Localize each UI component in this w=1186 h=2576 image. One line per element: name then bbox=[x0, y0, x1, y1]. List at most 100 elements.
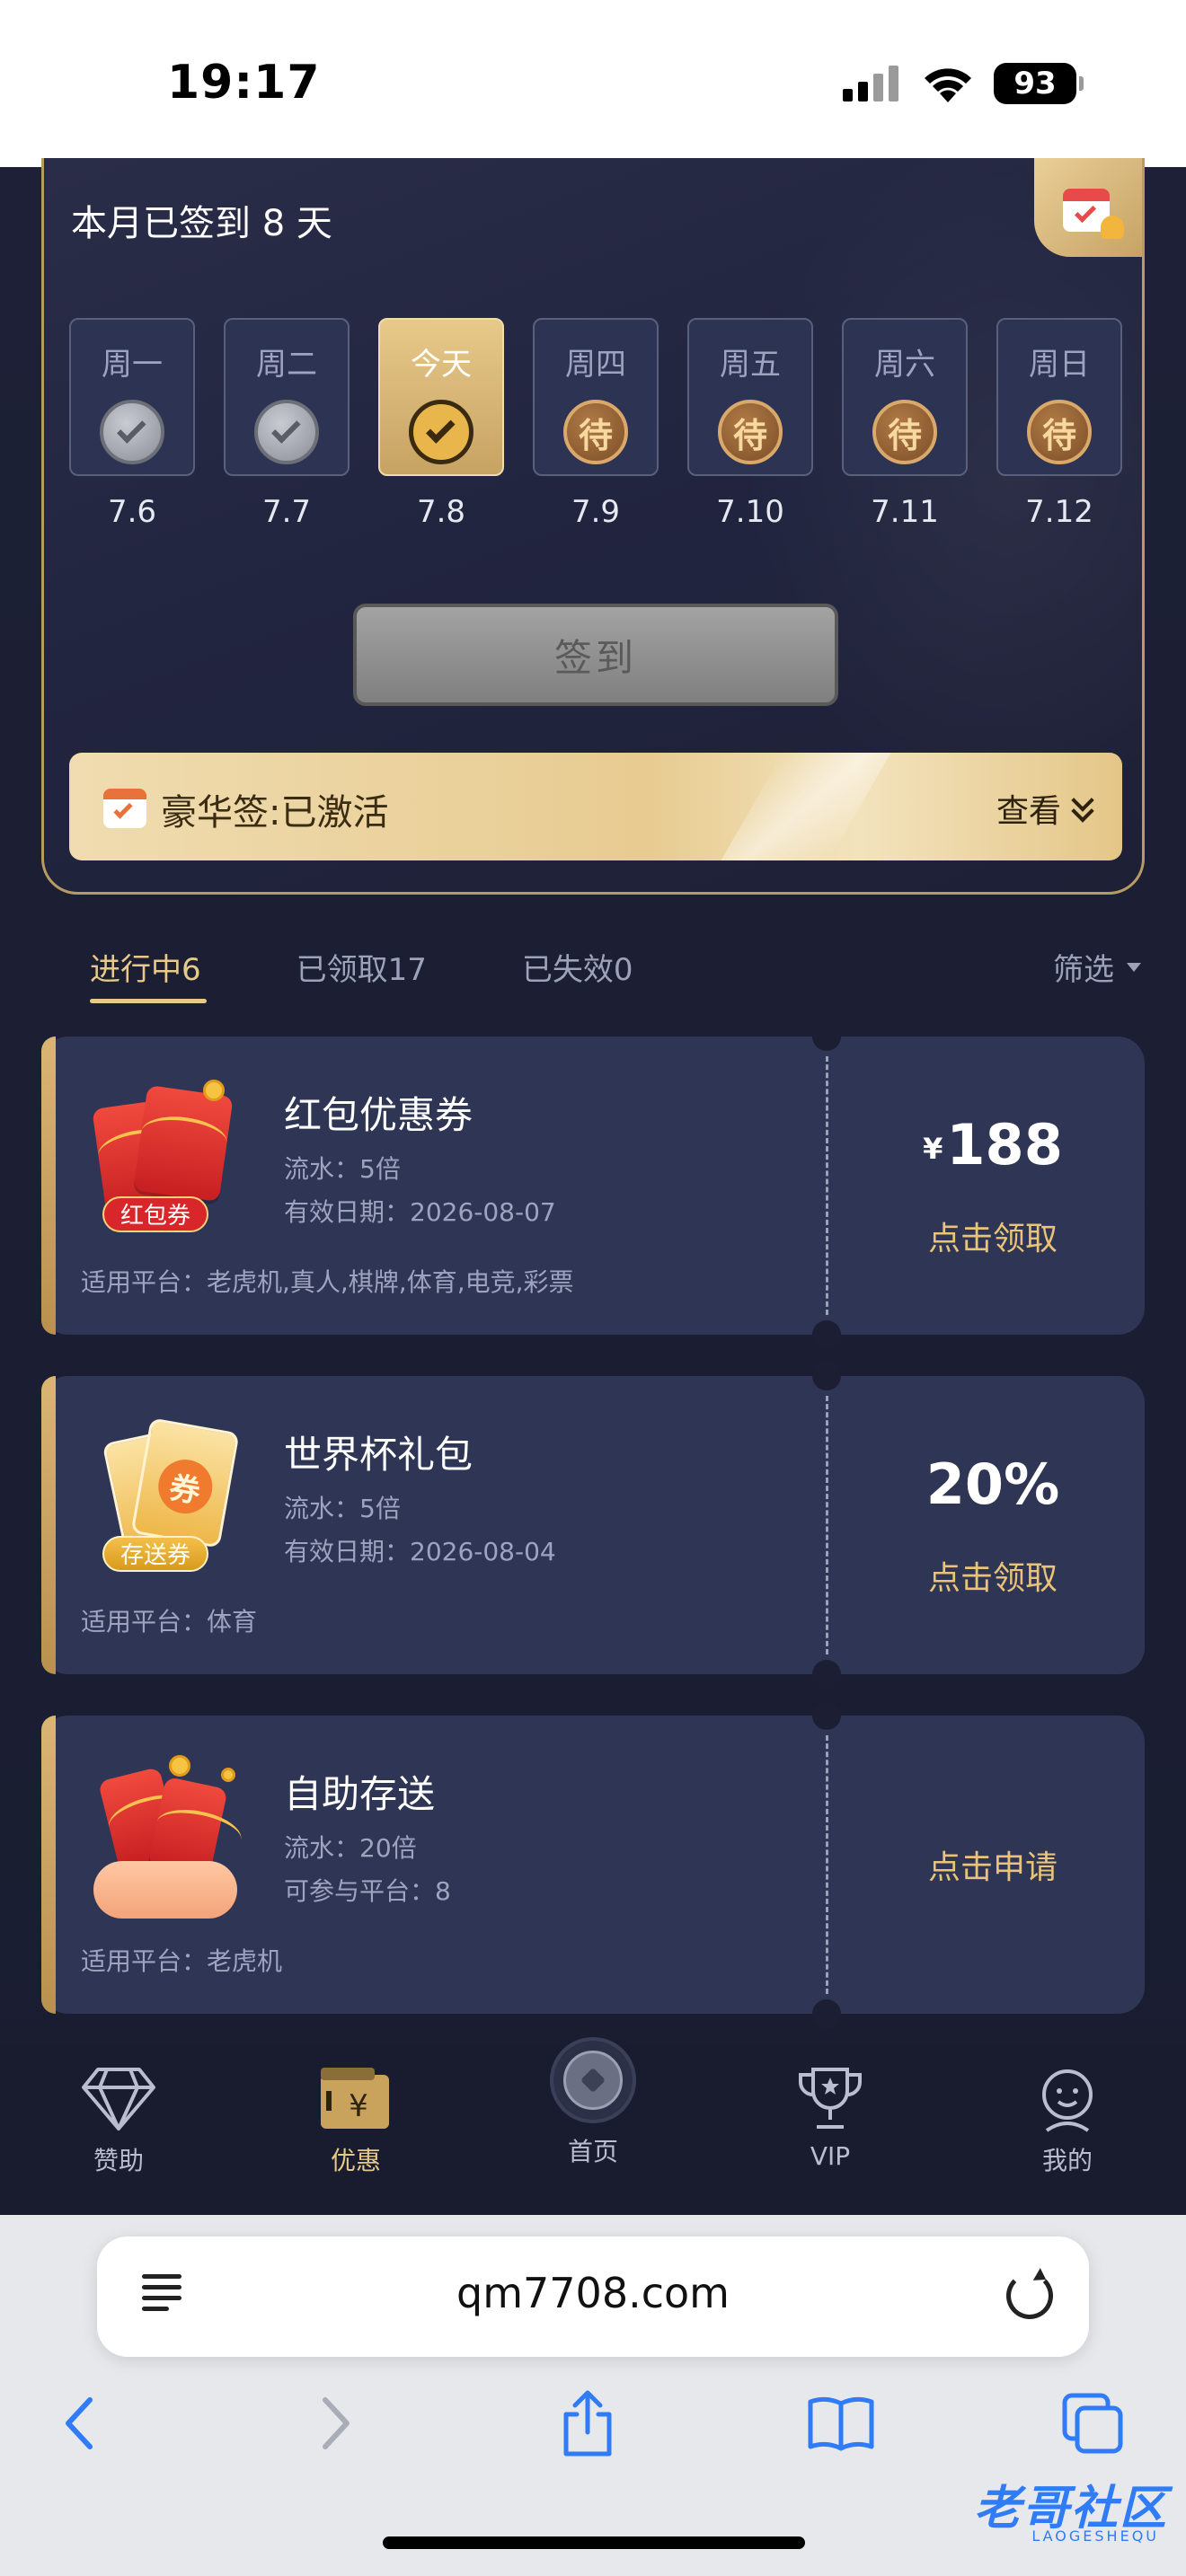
hands-red-envelope-icon bbox=[86, 1755, 248, 1919]
sign-day-box: 周六待 bbox=[842, 318, 968, 476]
chevron-left-icon bbox=[66, 2397, 93, 2449]
status-bar: 19:17 93 bbox=[0, 0, 1186, 167]
sign-day: 周六待 7.11 bbox=[842, 318, 968, 530]
url-text: qm7708.com bbox=[456, 2269, 730, 2317]
status-time: 19:17 bbox=[167, 56, 321, 110]
user-face-icon bbox=[1029, 2064, 1106, 2132]
wallet-yen-icon: ¥ bbox=[317, 2064, 394, 2132]
bookmarks-button[interactable] bbox=[805, 2387, 877, 2459]
back-button[interactable] bbox=[43, 2387, 115, 2459]
deluxe-view-label: 查看 bbox=[996, 793, 1061, 830]
sign-day: 周五待 7.10 bbox=[687, 318, 813, 530]
sign-day: 周一 7.6 bbox=[69, 318, 195, 530]
share-button[interactable] bbox=[552, 2387, 624, 2459]
coupon-tabs: 进行中6 已领取17 已失效0 bbox=[90, 945, 633, 1003]
sign-in-button[interactable]: 签到 bbox=[353, 604, 838, 706]
sign-day: 周二 7.7 bbox=[224, 318, 350, 530]
nav-label: 首页 bbox=[567, 2137, 618, 2166]
browser-toolbar: qm7708.com 老哥社区 LAOGESHEQU bbox=[0, 2215, 1186, 2576]
calendar-badge[interactable] bbox=[1034, 158, 1142, 257]
coupon-expiry: 有效日期：2026-08-04 bbox=[284, 1537, 556, 1566]
coupon-tag: 存送券 bbox=[102, 1536, 209, 1572]
coupon-card[interactable]: 自助存送 流水：20倍 可参与平台：8 适用平台：老虎机 点击申请 bbox=[41, 1701, 1145, 2028]
watermark-subtitle: LAOGESHEQU bbox=[1031, 2527, 1159, 2545]
battery-indicator: 93 bbox=[994, 63, 1084, 104]
claim-button[interactable]: 点击领取 bbox=[841, 1213, 1145, 1259]
trophy-icon bbox=[792, 2064, 869, 2132]
checked-icon bbox=[100, 400, 164, 464]
tabs-icon bbox=[1062, 2393, 1123, 2454]
coupon-card[interactable]: 券 存送券 世界杯礼包 流水：5倍 有效日期：2026-08-04 适用平台：体… bbox=[41, 1362, 1145, 1689]
nav-label: 赞助 bbox=[93, 2146, 144, 2175]
sign-day-label: 周日 bbox=[1029, 347, 1090, 383]
sign-day-date: 7.6 bbox=[107, 494, 157, 530]
coupon-value: ¥188 bbox=[841, 1112, 1145, 1178]
tabs-button[interactable] bbox=[1057, 2387, 1128, 2459]
forward-button[interactable] bbox=[300, 2387, 372, 2459]
bottom-nav: 赞助 ¥ 优惠 首页 VIP 我的 bbox=[0, 2037, 1186, 2215]
nav-item-promotions[interactable]: ¥ 优惠 bbox=[293, 2064, 419, 2177]
cellular-signal-icon bbox=[843, 66, 898, 101]
soccer-ball-icon bbox=[550, 2037, 636, 2123]
coupon-currency: ¥ bbox=[923, 1132, 943, 1166]
sign-day-date: 7.8 bbox=[416, 494, 466, 530]
coupon-turnover: 流水：5倍 bbox=[284, 1154, 401, 1184]
caret-down-icon bbox=[1127, 962, 1141, 972]
calendar-icon bbox=[1059, 180, 1124, 239]
coupon-platform: 适用平台：老虎机,真人,棋牌,体育,电竞,彩票 bbox=[81, 1267, 574, 1297]
claim-button[interactable]: 点击领取 bbox=[841, 1552, 1145, 1599]
sign-day-date: 7.11 bbox=[871, 494, 939, 530]
sign-day-box: 周四待 bbox=[533, 318, 659, 476]
filter-label: 筛选 bbox=[1053, 952, 1114, 988]
ticket-mark: 券 bbox=[154, 1455, 217, 1518]
sign-day-label: 周一 bbox=[102, 347, 163, 383]
deluxe-sign-status: 豪华签:已激活 bbox=[161, 792, 389, 834]
checked-today-icon bbox=[409, 400, 474, 464]
sign-day-box: 周二 bbox=[224, 318, 350, 476]
nav-item-sponsor[interactable]: 赞助 bbox=[56, 2064, 181, 2177]
coupon-platform: 适用平台：体育 bbox=[81, 1607, 258, 1636]
apply-button[interactable]: 点击申请 bbox=[841, 1841, 1145, 1888]
nav-item-home[interactable]: 首页 bbox=[530, 2037, 656, 2168]
sign-day-box: 今天 bbox=[378, 318, 504, 476]
book-icon bbox=[808, 2396, 874, 2451]
app-content: 本月已签到 8 天 周一 7.6 周二 7.7 今天 7.8 周四待 7.9 周五待 7.10 周六… bbox=[0, 158, 1186, 2215]
red-envelope-icon: 红包券 bbox=[86, 1076, 248, 1238]
coupon-platform-count: 可参与平台：8 bbox=[284, 1876, 451, 1906]
sign-day-box: 周一 bbox=[69, 318, 195, 476]
coupon-name: 自助存送 bbox=[284, 1772, 436, 1816]
nav-label: VIP bbox=[810, 2141, 851, 2171]
address-bar[interactable]: qm7708.com bbox=[97, 2236, 1089, 2357]
sign-day: 周日待 7.12 bbox=[996, 318, 1122, 530]
coupon-card[interactable]: 红包券 红包优惠券 流水：5倍 有效日期：2026-08-07 适用平台：老虎机… bbox=[41, 1022, 1145, 1349]
sign-day-box: 周五待 bbox=[687, 318, 813, 476]
coupon-tab[interactable]: 已领取17 bbox=[296, 945, 427, 1003]
wifi-icon bbox=[925, 68, 971, 102]
nav-item-profile[interactable]: 我的 bbox=[1005, 2064, 1130, 2177]
filter-button[interactable]: 筛选 bbox=[1053, 945, 1141, 989]
coupon-value: 20% bbox=[925, 1451, 1060, 1517]
diamond-icon bbox=[80, 2064, 157, 2132]
pending-icon: 待 bbox=[563, 400, 628, 464]
deluxe-sign-bar[interactable]: 豪华签:已激活 查看 bbox=[69, 753, 1122, 860]
status-icons: 93 bbox=[843, 63, 1084, 104]
coupon-turnover: 流水：20倍 bbox=[284, 1833, 417, 1863]
sign-day-date: 7.7 bbox=[261, 494, 312, 530]
pending-icon: 待 bbox=[1027, 400, 1092, 464]
home-indicator bbox=[383, 2536, 805, 2549]
sign-day-label: 今天 bbox=[411, 347, 472, 383]
sign-day-label: 周五 bbox=[720, 347, 781, 383]
deluxe-view-button[interactable]: 查看 bbox=[996, 785, 1095, 832]
sign-day-date: 7.12 bbox=[1025, 494, 1093, 530]
nav-item-vip[interactable]: VIP bbox=[767, 2064, 893, 2171]
share-icon bbox=[563, 2390, 612, 2457]
coupon-platform: 适用平台：老虎机 bbox=[81, 1946, 283, 1976]
coupon-tab[interactable]: 进行中6 bbox=[90, 945, 207, 1003]
sign-day-label: 周二 bbox=[256, 347, 317, 383]
coupon-tab[interactable]: 已失效0 bbox=[522, 945, 633, 1003]
double-chevron-down-icon bbox=[1071, 789, 1095, 823]
pending-icon: 待 bbox=[718, 400, 783, 464]
coupon-expiry: 有效日期：2026-08-07 bbox=[284, 1197, 556, 1227]
sign-in-card: 本月已签到 8 天 周一 7.6 周二 7.7 今天 7.8 周四待 7.9 周五待 7.10 周六… bbox=[41, 158, 1145, 895]
reload-icon[interactable] bbox=[1006, 2272, 1053, 2319]
